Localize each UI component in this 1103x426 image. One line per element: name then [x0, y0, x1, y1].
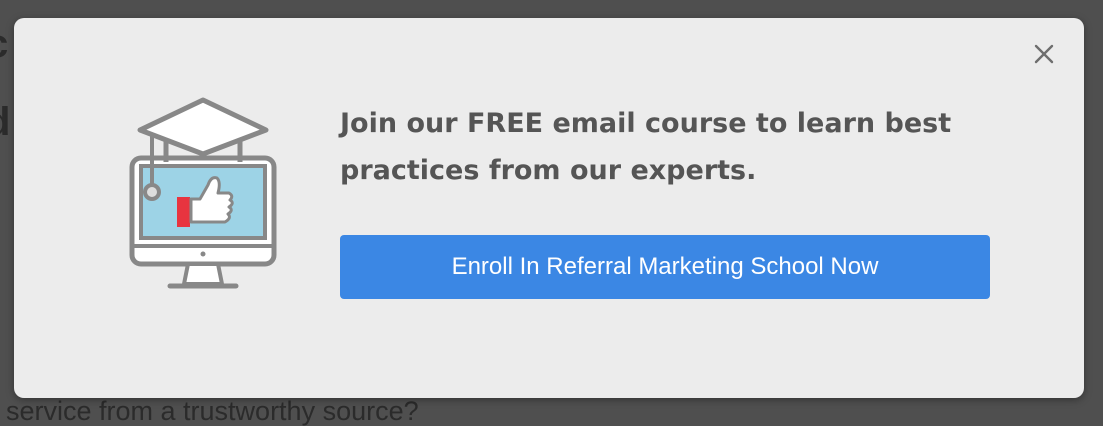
backdrop-text-line-4: service from a trustworthy source?	[6, 396, 419, 426]
backdrop-heading-fragment-2: d	[0, 100, 10, 145]
backdrop-heading-fragment-1: c	[0, 22, 8, 67]
close-icon	[1034, 44, 1054, 64]
enroll-button[interactable]: Enroll In Referral Marketing School Now	[340, 235, 990, 299]
graduation-cap-monitor-thumbs-up-icon	[129, 97, 277, 289]
close-button[interactable]	[1030, 40, 1058, 68]
modal-headline: Join our FREE email course to learn best…	[340, 108, 952, 186]
email-course-modal: Join our FREE email course to learn best…	[14, 18, 1084, 398]
